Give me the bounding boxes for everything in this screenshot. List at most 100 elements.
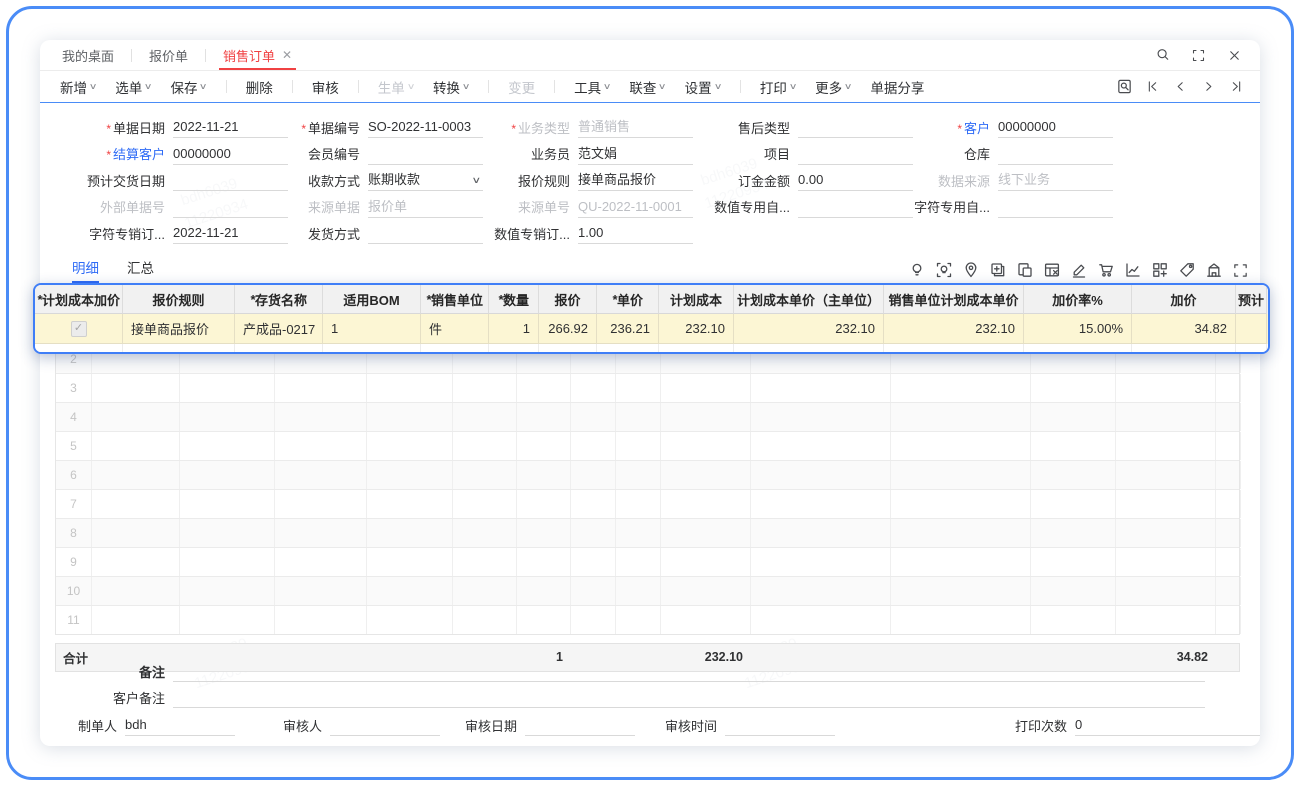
grid-cell[interactable] [661,490,751,518]
field-value-input[interactable] [368,222,483,244]
grid-cell[interactable] [92,519,180,547]
field-value-input[interactable] [998,196,1113,218]
grid-cell[interactable] [367,548,453,576]
grid-cell[interactable] [92,490,180,518]
grid-cell[interactable] [571,606,616,634]
table-row[interactable]: 10 [56,577,1239,606]
overlay-column-header[interactable]: 计划成本 [659,285,734,314]
field-value-input[interactable] [798,116,913,138]
grid-cell[interactable] [367,577,453,605]
grid-cell[interactable] [1031,374,1116,402]
grid-cell[interactable] [180,519,275,547]
field-value-input[interactable]: QU-2022-11-0001 [578,196,693,218]
grid-cell[interactable] [1116,548,1216,576]
grid-cell[interactable] [275,548,367,576]
overlay-column-header[interactable]: *单价 [597,285,659,314]
grid-cell[interactable] [616,461,661,489]
grid-cell[interactable] [661,548,751,576]
grid-cell[interactable] [1116,490,1216,518]
next-page-icon[interactable] [1199,77,1218,96]
grid-cell[interactable] [517,403,571,431]
overlay-cell[interactable]: 1 [323,314,421,344]
overlay-column-header[interactable]: *存货名称 [235,285,323,314]
grid-cell[interactable] [891,490,1031,518]
toolbar-button[interactable]: 新增∨ [60,77,96,97]
fullscreen-icon[interactable] [1189,46,1208,65]
checkbox-checked[interactable]: ✓ [71,321,87,337]
grid-cell[interactable] [1116,606,1216,634]
grid-cell[interactable] [367,606,453,634]
grid-cell[interactable] [453,374,517,402]
footer-field-value[interactable] [300,744,485,746]
grid-cell[interactable] [517,577,571,605]
footer-field-value[interactable]: 0 [1075,715,1260,736]
grid-cell[interactable] [751,461,891,489]
grid-cell[interactable] [1216,432,1241,460]
grid-cell[interactable] [751,519,891,547]
table-row[interactable]: 8 [56,519,1239,548]
grid-cell[interactable] [92,548,180,576]
grid-cell[interactable] [571,461,616,489]
grid-cell[interactable] [751,432,891,460]
grid-cell[interactable] [453,606,517,634]
grid-cell[interactable] [751,374,891,402]
grid-cell[interactable] [367,403,453,431]
grid-cell[interactable] [367,432,453,460]
tab-close-icon[interactable]: ✕ [282,49,292,61]
grid-cell[interactable] [180,606,275,634]
field-value-input[interactable]: 线下业务 [998,169,1113,191]
grid-cell[interactable] [571,577,616,605]
toolbar-button[interactable]: 打印∨ [760,77,796,97]
overlay-cell[interactable]: 266.92 [539,314,597,344]
grid-cell[interactable] [275,461,367,489]
grid-cell[interactable] [571,374,616,402]
field-value-input[interactable] [798,143,913,165]
field-value-input[interactable] [173,169,288,191]
grid-cell[interactable] [1031,577,1116,605]
tab-3[interactable]: 销售订单✕ [221,40,294,70]
bulb-icon[interactable] [907,261,926,280]
grid-cell[interactable] [180,403,275,431]
grid-cell[interactable] [751,490,891,518]
grid-cell[interactable] [1031,432,1116,460]
grid-cell[interactable] [891,374,1031,402]
toolbar-button[interactable]: 联查∨ [629,77,665,97]
grid-cell[interactable] [891,432,1031,460]
close-icon[interactable] [1225,46,1244,65]
grid-cell[interactable] [275,577,367,605]
grid-cell[interactable] [517,374,571,402]
copy-add-icon[interactable] [988,261,1007,280]
grid-cell[interactable] [571,432,616,460]
overlay-cell[interactable] [1236,314,1267,344]
grid-cell[interactable] [92,461,180,489]
grid-cell[interactable] [1031,403,1116,431]
overlay-cell[interactable]: 1 [489,314,539,344]
search-icon[interactable] [1153,46,1172,65]
grid-cell[interactable] [275,403,367,431]
grid-cell[interactable] [571,403,616,431]
grid-cell[interactable] [571,490,616,518]
grid-cell[interactable] [661,461,751,489]
field-value-input[interactable]: 0.00 [798,169,913,191]
field-value-input[interactable]: 接单商品报价 [578,169,693,191]
field-value-input[interactable] [798,196,913,218]
table-row[interactable]: 11 [56,606,1239,634]
toolbar-button[interactable]: 更多∨ [815,77,851,97]
grid-cell[interactable] [891,461,1031,489]
grid-cell[interactable] [891,577,1031,605]
grid-cell[interactable] [180,432,275,460]
doc-search-icon[interactable] [1115,77,1134,96]
customer-remark-input[interactable] [173,687,1205,708]
grid-cell[interactable] [453,577,517,605]
field-value-input[interactable]: 1.00 [578,222,693,244]
dropdown-caret-icon[interactable]: ∨ [472,170,482,191]
grid-cell[interactable] [453,461,517,489]
footer-field-value[interactable] [525,715,635,736]
grid-cell[interactable] [275,519,367,547]
grid-cell[interactable] [661,403,751,431]
grid-cell[interactable] [1216,519,1241,547]
grid-cell[interactable] [1031,606,1116,634]
toolbar-button[interactable]: 工具∨ [574,77,610,97]
tag-icon[interactable] [1177,261,1196,280]
overlay-column-header[interactable]: 预计 [1236,285,1267,314]
